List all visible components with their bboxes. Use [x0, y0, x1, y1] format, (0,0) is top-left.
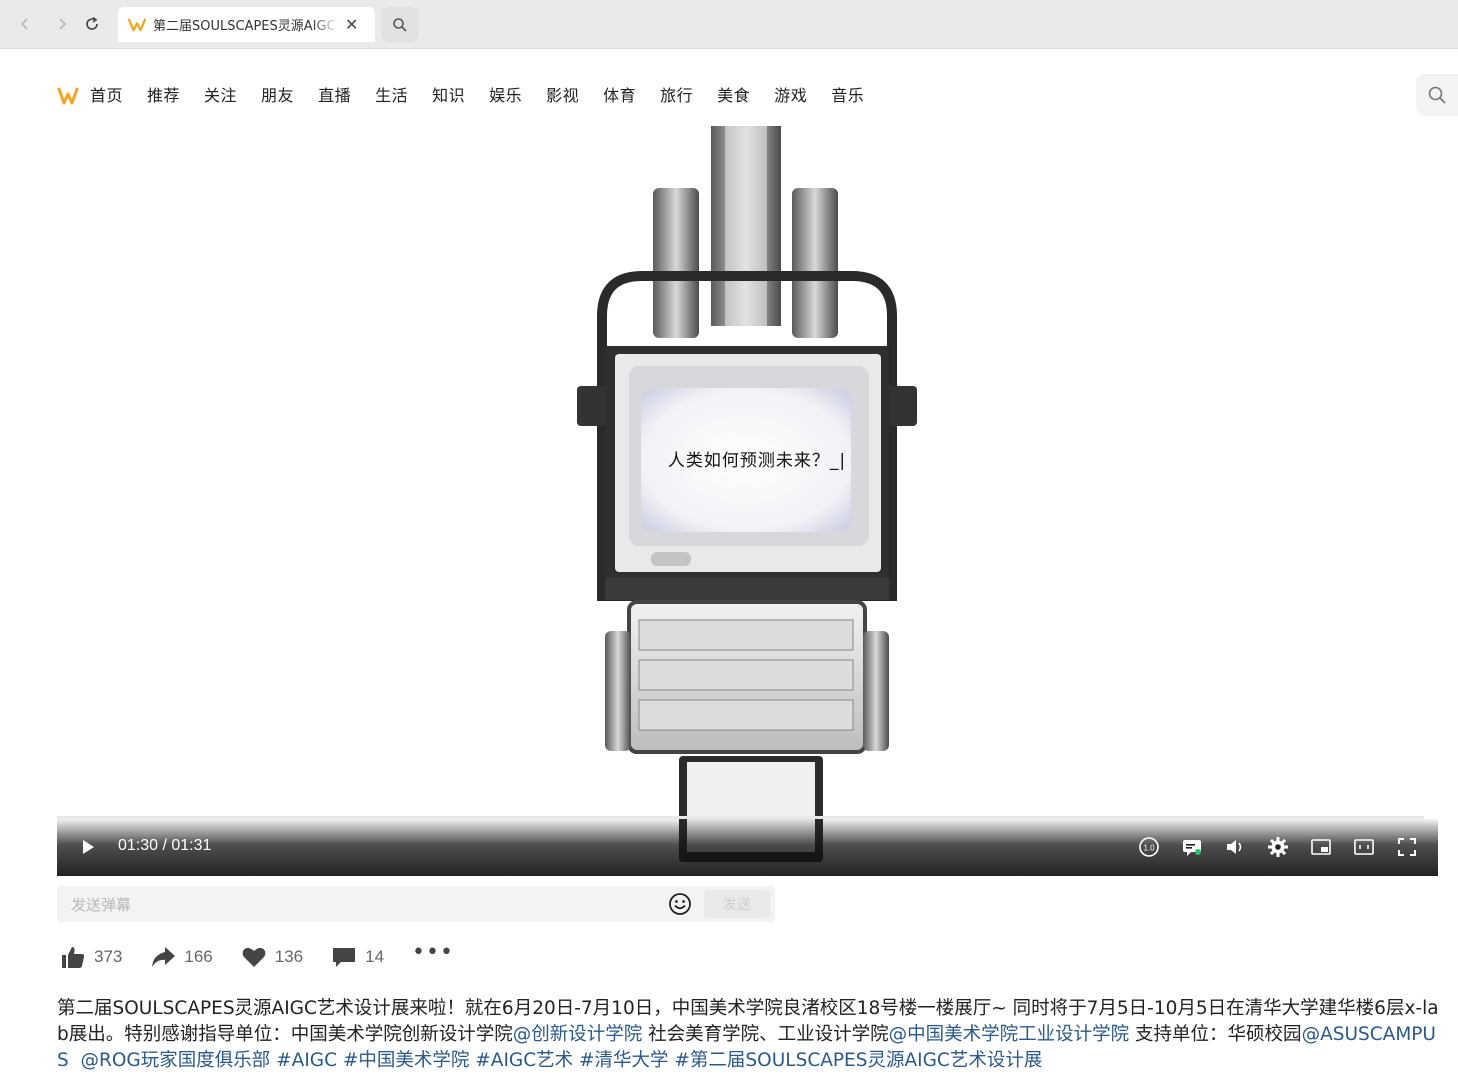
reload-icon[interactable]: [80, 12, 104, 36]
forward-icon[interactable]: [50, 12, 74, 36]
video-player[interactable]: 人类如何预测未来？_| 01:30 / 01:31 1.0: [57, 126, 1438, 876]
description-text-4: [69, 1050, 81, 1071]
nav-item-film[interactable]: 影视: [546, 84, 579, 108]
video-controls: 01:30 / 01:31 1.0: [57, 819, 1438, 876]
favorite-button[interactable]: 136: [241, 944, 303, 970]
like-button[interactable]: 373: [60, 944, 122, 970]
share-button[interactable]: 166: [150, 944, 213, 970]
danmaku-toggle-icon[interactable]: [1179, 834, 1205, 860]
like-count: 373: [94, 947, 123, 966]
site-logo-icon[interactable]: [57, 86, 79, 106]
tab-close-icon[interactable]: ✕: [345, 15, 358, 34]
site-nav: 首页 推荐 关注 朋友 直播 生活 知识 娱乐 影视 体育 旅行 美食 游戏 音…: [90, 84, 888, 108]
volume-icon[interactable]: [1222, 834, 1248, 860]
danmaku-bar: 发送: [57, 886, 775, 924]
back-icon[interactable]: [13, 12, 37, 36]
mention-link-1[interactable]: @创新设计学院: [513, 1024, 643, 1045]
comment-count: 14: [365, 947, 385, 966]
nav-item-home[interactable]: 首页: [90, 84, 123, 108]
nav-item-food[interactable]: 美食: [717, 84, 750, 108]
svg-text:1.0: 1.0: [1143, 844, 1155, 853]
nav-item-friends[interactable]: 朋友: [261, 84, 294, 108]
nav-item-live[interactable]: 直播: [318, 84, 351, 108]
fullscreen-icon[interactable]: [1394, 834, 1420, 860]
video-frame: [577, 126, 917, 862]
video-screen-text: 人类如何预测未来？_|: [667, 451, 847, 471]
browser-tab[interactable]: 第二届SOULSCAPES灵源AIGC艺术设计展来啦 ✕: [118, 7, 375, 42]
heart-icon: [242, 947, 266, 967]
site-search-icon[interactable]: [1416, 74, 1458, 116]
share-count: 166: [184, 947, 213, 966]
nav-item-games[interactable]: 游戏: [774, 84, 807, 108]
hashtag-links[interactable]: #AIGC #中国美术学院 #AIGC艺术 #清华大学 #第二届SOULSCAP…: [270, 1050, 1042, 1071]
web-fullscreen-icon[interactable]: [1351, 834, 1377, 860]
mention-link-4[interactable]: @ROG玩家国度俱乐部: [81, 1050, 271, 1071]
thumbs-up-icon: [62, 947, 85, 968]
description-text-3: 支持单位：华硕校园: [1129, 1024, 1302, 1045]
video-description: 第二届SOULSCAPES灵源AIGC艺术设计展来啦！就在6月20日-7月10日…: [57, 996, 1441, 1074]
playback-speed-icon[interactable]: 1.0: [1136, 834, 1162, 860]
nav-item-music[interactable]: 音乐: [831, 84, 864, 108]
browser-toolbar: 第二届SOULSCAPES灵源AIGC艺术设计展来啦 ✕: [0, 0, 1458, 49]
tab-search-icon[interactable]: [382, 7, 418, 42]
emoji-icon[interactable]: [668, 892, 692, 916]
comment-bubble-icon: [333, 948, 356, 967]
action-bar: 373 166 136 14 •••: [60, 940, 454, 970]
nav-item-entertainment[interactable]: 娱乐: [489, 84, 522, 108]
nav-item-life[interactable]: 生活: [375, 84, 408, 108]
settings-gear-icon[interactable]: [1265, 834, 1291, 860]
tab-title: 第二届SOULSCAPES灵源AIGC艺术设计展来啦: [153, 19, 339, 34]
nav-item-recommend[interactable]: 推荐: [147, 84, 180, 108]
site-favicon-icon: [128, 18, 146, 31]
comment-button[interactable]: 14: [331, 944, 384, 970]
play-icon[interactable]: [79, 838, 97, 856]
send-danmaku-button[interactable]: 发送: [704, 890, 770, 918]
video-time: 01:30 / 01:31: [118, 837, 212, 854]
nav-item-knowledge[interactable]: 知识: [432, 84, 465, 108]
nav-item-sports[interactable]: 体育: [603, 84, 636, 108]
description-text-2: 社会美育学院、工业设计学院: [642, 1024, 889, 1045]
share-arrow-icon: [152, 947, 176, 967]
danmaku-input[interactable]: [57, 886, 673, 924]
favorite-count: 136: [274, 947, 304, 966]
mention-link-2[interactable]: @中国美术学院工业设计学院: [889, 1024, 1130, 1045]
nav-item-travel[interactable]: 旅行: [660, 84, 693, 108]
picture-in-picture-icon[interactable]: [1308, 834, 1334, 860]
nav-item-following[interactable]: 关注: [204, 84, 237, 108]
more-options-icon[interactable]: •••: [412, 940, 454, 965]
